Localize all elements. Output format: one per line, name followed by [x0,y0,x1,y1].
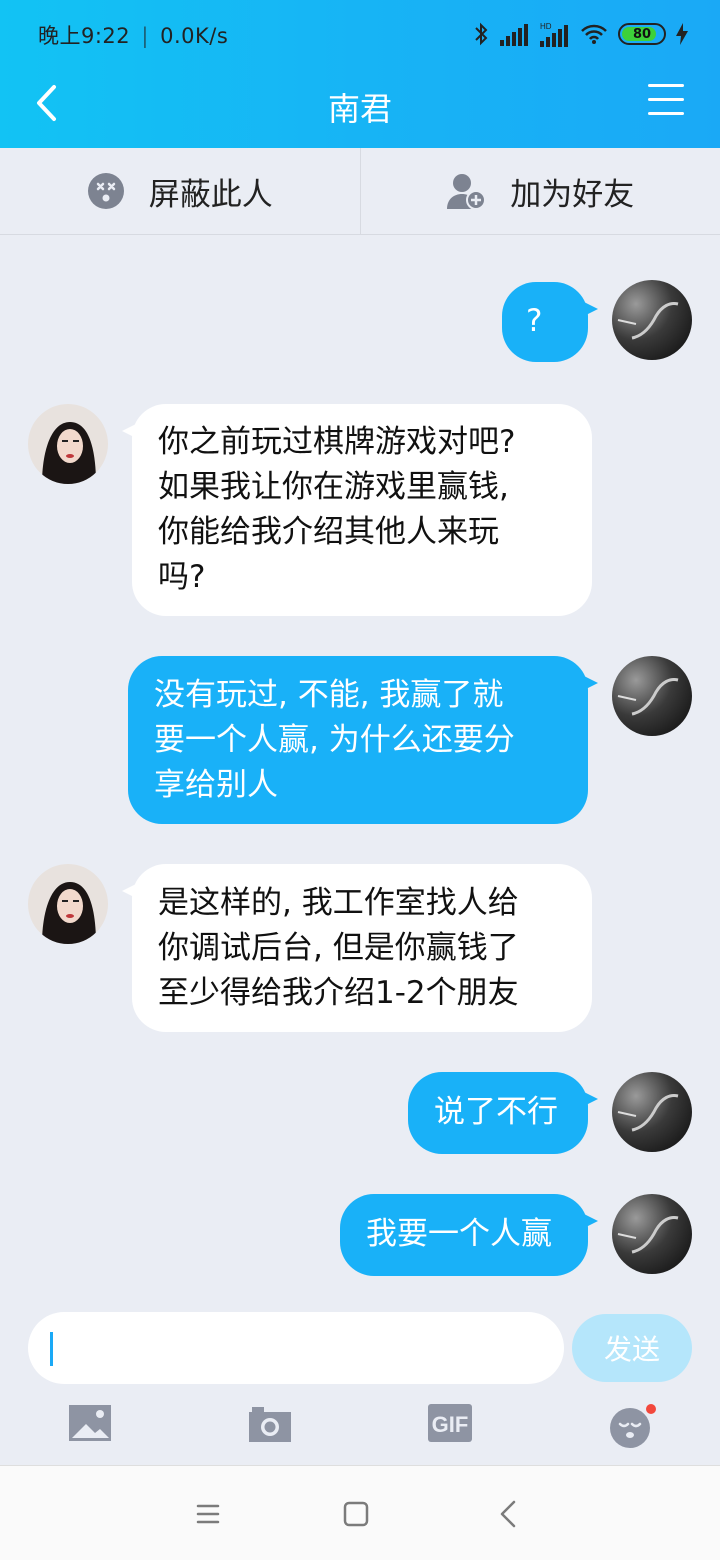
my-avatar[interactable] [612,1072,692,1152]
message-line: 说了不行 [434,1094,558,1130]
message-line: 是这样的, 我工作室找人给 [158,885,519,921]
status-clock: 晚上9:22 [38,24,131,48]
block-user-button[interactable]: 屏蔽此人 [0,148,360,234]
signal-icon [500,24,528,46]
home-icon [343,1501,369,1527]
system-back-icon [500,1500,516,1528]
contact-avatar[interactable] [28,864,108,944]
message-list[interactable]: ? 你之前玩过棋牌游戏对吧? 如果我让你在游戏里赢钱, 你能给我介绍其他人来玩 … [0,236,720,1300]
message-bubble-sent[interactable]: ? [502,282,598,362]
charging-icon [676,23,688,45]
message-bubble-sent[interactable]: 我要一个人赢 [340,1194,598,1276]
message-line: 吗? [158,559,206,595]
system-back-button[interactable] [490,1496,530,1532]
contact-avatar[interactable] [28,404,108,484]
signal-hd-icon: HD [540,22,568,47]
message-line: 你调试后台, 但是你赢钱了 [158,930,519,966]
gif-icon: GIF [428,1404,472,1442]
add-friend-button[interactable]: 加为好友 [359,148,720,234]
message-input[interactable] [28,1312,564,1384]
message-bubble-received[interactable]: 是这样的, 我工作室找人给 你调试后台, 但是你赢钱了 至少得给我介绍1-2个朋… [122,864,592,1032]
battery-level: 80 [632,26,652,42]
composer-toolbar: GIF [0,1396,720,1456]
home-button[interactable] [338,1496,378,1532]
wifi-icon [581,24,607,44]
gif-button[interactable]: GIF [428,1404,476,1448]
chat-title: 南君 [327,90,392,128]
status-time: 晚上9:22 | 0.0K/s [38,20,228,50]
add-friend-label: 加为好友 [510,176,635,213]
my-avatar[interactable] [612,280,692,360]
add-friend-icon [447,174,487,210]
block-user-label: 屏蔽此人 [148,176,273,213]
my-avatar[interactable] [612,1194,692,1274]
menu-icon [648,84,684,87]
status-icons: HD 80 [472,18,688,50]
my-avatar[interactable] [612,656,692,736]
message-line: 至少得给我介绍1-2个朋友 [158,975,519,1011]
message-line: 要一个人赢, 为什么还要分 [154,722,515,758]
text-caret [50,1332,53,1366]
system-navigation-bar [0,1465,720,1560]
battery-icon: 80 [618,23,666,45]
recent-apps-icon [196,1504,220,1524]
emoji-icon [610,1404,656,1448]
bluetooth-icon [475,22,488,46]
message-line: 享给别人 [154,767,278,803]
message-bubble-received[interactable]: 你之前玩过棋牌游戏对吧? 如果我让你在游戏里赢钱, 你能给我介绍其他人来玩 吗? [122,404,592,616]
message-line: 你能给我介绍其他人来玩 [158,514,499,550]
emoji-button[interactable] [608,1404,656,1448]
menu-button[interactable] [648,84,684,118]
app-header: 晚上9:22 | 0.0K/s HD 80 南君 [0,0,720,148]
block-face-icon [87,173,124,209]
composer: 发送 GIF [0,1300,720,1465]
message-line: 你之前玩过棋牌游戏对吧? [158,424,516,460]
message-line: 没有玩过, 不能, 我赢了就 [154,677,504,713]
message-bubble-sent[interactable]: 说了不行 [408,1072,598,1154]
svg-text:HD: HD [540,22,552,31]
truncated-system-notice [100,236,620,238]
image-icon [69,1405,111,1441]
svg-text:GIF: GIF [432,1412,469,1437]
image-button[interactable] [68,1404,116,1448]
message-line: 我要一个人赢 [366,1216,552,1252]
recent-apps-button[interactable] [190,1496,230,1532]
status-bar: 晚上9:22 | 0.0K/s HD 80 [0,0,720,66]
camera-button[interactable] [248,1404,296,1448]
status-divider: | [141,24,149,48]
send-button[interactable]: 发送 [572,1314,692,1382]
camera-icon [249,1407,291,1442]
message-bubble-sent[interactable]: 没有玩过, 不能, 我赢了就 要一个人赢, 为什么还要分 享给别人 [128,656,598,824]
message-line: 如果我让你在游戏里赢钱, [158,469,509,505]
stranger-action-bar: 屏蔽此人 加为好友 [0,148,720,235]
status-network-speed: 0.0K/s [160,24,229,48]
message-line: ? [526,303,543,339]
